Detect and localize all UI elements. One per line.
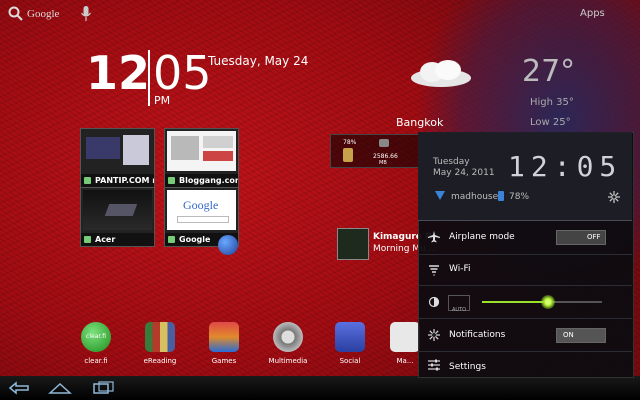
recent-apps-icon[interactable] (92, 381, 116, 395)
album-art[interactable] (337, 228, 369, 260)
clock-date: Tuesday, May 24 (208, 54, 309, 68)
bookmark-label: PANTIP.COM n... (81, 174, 154, 187)
dock-label: Social (339, 357, 361, 365)
social-icon (335, 322, 365, 352)
dock-label: Games (211, 357, 237, 365)
brightness-slider-thumb[interactable] (541, 295, 555, 309)
clock-hour: 12 (86, 46, 151, 100)
clock-minute: 05 (153, 46, 212, 100)
wifi-signal-icon (435, 191, 445, 200)
notifications-toggle-state: ON (563, 331, 574, 339)
games-icon (209, 322, 239, 352)
dock-multimedia[interactable]: Multimedia (258, 322, 318, 365)
books-icon (145, 322, 175, 352)
dock-label: Multimedia (268, 357, 308, 365)
mail-icon (390, 322, 420, 352)
clock-ampm: PM (154, 94, 171, 107)
settings-sliders-icon (428, 359, 440, 371)
microphone-icon[interactable] (80, 5, 92, 23)
storage-drive-icon (379, 139, 389, 147)
bookmark-label: Acer (81, 233, 154, 246)
airplane-toggle-state: OFF (587, 233, 601, 241)
airplane-mode-toggle[interactable]: OFF (556, 230, 606, 245)
bookmark-thumbnail: Google (167, 190, 236, 230)
film-icon (273, 322, 303, 352)
notifications-icon (428, 329, 440, 341)
dock-games[interactable]: Games (194, 322, 254, 365)
brightness-row: AUTO (418, 287, 632, 317)
dock-ereading[interactable]: eReading (130, 322, 190, 365)
bookmark-label: Bloggang.com... (165, 174, 238, 187)
browser-globe-icon[interactable] (218, 235, 238, 255)
navigation-bar (0, 376, 640, 400)
dock-social[interactable]: Social (320, 322, 380, 365)
back-icon[interactable] (8, 381, 30, 395)
cloud-icon (411, 60, 471, 87)
airplane-mode-label: Airplane mode (449, 232, 515, 242)
storage-unit: MB (379, 160, 387, 166)
weather-low: Low 25° (530, 117, 571, 128)
google-logo: Google (183, 198, 219, 212)
google-search-label[interactable]: Google (27, 8, 59, 20)
weather-high: High 35° (530, 97, 574, 108)
brightness-fill (482, 301, 548, 303)
wifi-row[interactable]: Wi-Fi (418, 256, 632, 284)
storage-widget[interactable]: 78% 2586.66 MB (330, 134, 424, 168)
airplane-mode-row[interactable]: Airplane mode OFF (418, 222, 632, 252)
panel-wifi-name: madhouse (451, 192, 499, 202)
auto-brightness-label: AUTO (452, 307, 467, 313)
bookmark-acer[interactable]: Acer (80, 187, 155, 247)
clock-divider (148, 50, 150, 106)
home-icon[interactable] (48, 381, 72, 395)
panel-battery-level: 78% (509, 192, 530, 202)
weather-city: Bangkok (396, 116, 444, 129)
bookmark-thumbnail (167, 131, 236, 171)
panel-day: Tuesday (433, 157, 470, 167)
divider (418, 254, 632, 255)
panel-clock: 12:05 (508, 150, 623, 183)
weather-temperature: 27° (522, 54, 576, 89)
clearfi-icon: clear.fi (81, 322, 111, 352)
dock-label: clear.fi (84, 357, 108, 365)
settings-label: Settings (449, 362, 486, 372)
storage-percent: 78% (343, 139, 357, 146)
airplane-icon (428, 231, 440, 243)
sdcard-icon (343, 148, 353, 162)
dock-clearfi[interactable]: clear.fi clear.fi (66, 322, 126, 365)
settings-gear-icon[interactable] (608, 191, 620, 203)
bookmark-thumbnail (83, 131, 152, 171)
wifi-label: Wi-Fi (449, 264, 471, 274)
divider (418, 351, 632, 352)
apps-button[interactable]: Apps (580, 8, 605, 19)
bookmark-thumbnail (83, 190, 152, 230)
wifi-icon (429, 265, 439, 276)
settings-row[interactable]: Settings (418, 353, 632, 376)
battery-icon (498, 191, 504, 201)
search-icon[interactable] (8, 6, 24, 22)
divider (418, 318, 632, 319)
dock-label: eReading (143, 357, 177, 365)
bookmark-bloggang[interactable]: Bloggang.com... (164, 128, 239, 188)
divider (418, 285, 632, 286)
notifications-label: Notifications (449, 330, 506, 340)
storage-size: 2586.66 (373, 153, 398, 160)
brightness-slider[interactable] (482, 295, 602, 309)
bookmark-pantip[interactable]: PANTIP.COM n... (80, 128, 155, 188)
panel-date: May 24, 2011 (433, 168, 495, 178)
brightness-icon (428, 296, 440, 308)
notifications-row[interactable]: Notifications ON (418, 320, 632, 350)
notifications-toggle[interactable]: ON (556, 328, 606, 343)
